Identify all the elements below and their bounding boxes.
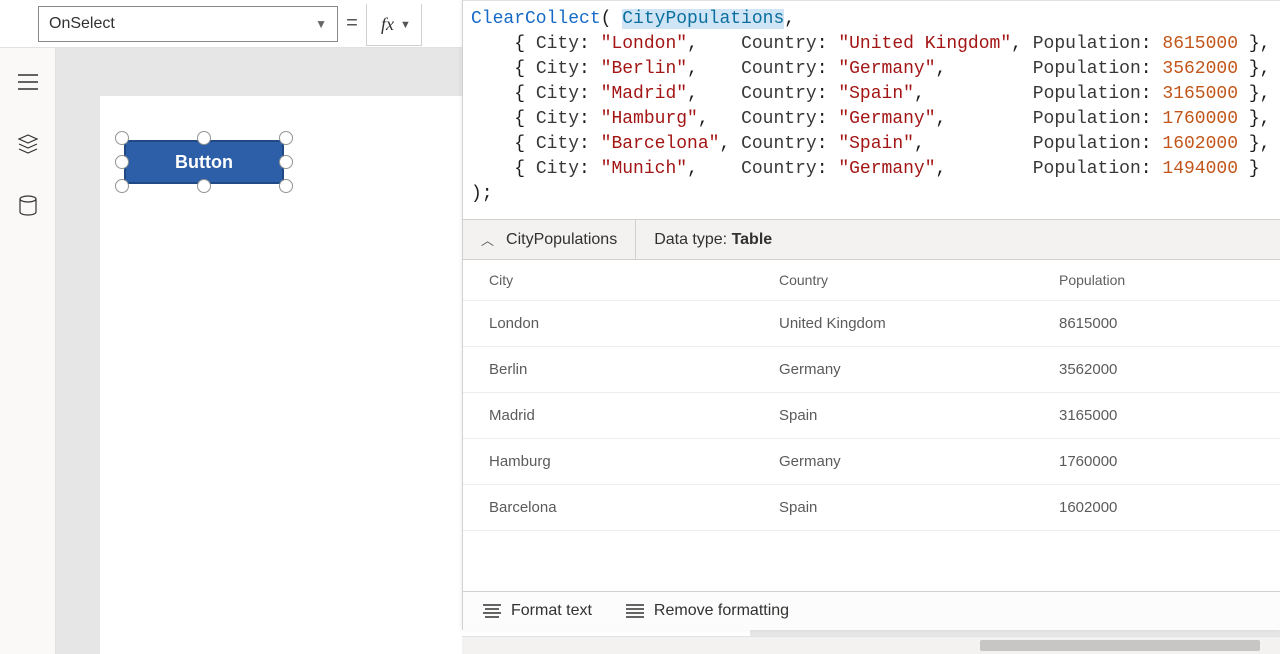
table-row[interactable]: HamburgGermany1760000 xyxy=(463,439,1280,485)
property-selector-wrap: OnSelect ▼ xyxy=(0,0,338,42)
table-row[interactable]: BarcelonaSpain1602000 xyxy=(463,485,1280,531)
table-cell: Berlin xyxy=(489,361,779,378)
table-cell: 8615000 xyxy=(1059,315,1268,332)
table-cell: Spain xyxy=(779,407,1059,424)
table-row[interactable]: LondonUnited Kingdom8615000 xyxy=(463,301,1280,347)
table-cell: 1602000 xyxy=(1059,499,1268,516)
table-cell: London xyxy=(489,315,779,332)
canvas-button-control[interactable]: Button xyxy=(124,140,284,184)
chevron-down-icon: ▼ xyxy=(315,17,327,31)
remove-formatting-icon xyxy=(626,604,644,618)
formula-footer-bar: Format text Remove formatting xyxy=(463,591,1280,630)
table-row[interactable]: BerlinGermany3562000 xyxy=(463,347,1280,393)
data-type-label: Data type: xyxy=(654,231,731,248)
result-datatype-segment: Data type: Table xyxy=(636,220,790,259)
formula-panel: ClearCollect( CityPopulations, { City: "… xyxy=(462,0,1280,630)
table-header-row: City Country Population xyxy=(463,260,1280,301)
table-cell: 3562000 xyxy=(1059,361,1268,378)
formula-editor[interactable]: ClearCollect( CityPopulations, { City: "… xyxy=(463,0,1280,219)
table-cell: Barcelona xyxy=(489,499,779,516)
property-selector-value: OnSelect xyxy=(49,15,115,33)
data-type-value: Table xyxy=(732,231,773,248)
chevron-up-icon: ︿ xyxy=(481,230,494,249)
table-cell: 3165000 xyxy=(1059,407,1268,424)
data-preview-table: City Country Population LondonUnited Kin… xyxy=(463,260,1280,591)
button-label: Button xyxy=(175,152,233,173)
resize-handle-middle-right[interactable] xyxy=(279,155,293,169)
format-text-icon xyxy=(483,604,501,618)
equals-sign: = xyxy=(338,0,366,35)
table-header-cell[interactable]: City xyxy=(489,272,779,288)
result-collection-segment[interactable]: ︿ CityPopulations xyxy=(463,220,636,259)
resize-handle-bottom-right[interactable] xyxy=(279,179,293,193)
table-cell: Germany xyxy=(779,453,1059,470)
hamburger-icon[interactable] xyxy=(16,70,40,94)
resize-handle-top-center[interactable] xyxy=(197,131,211,145)
result-collection-name: CityPopulations xyxy=(506,231,617,249)
format-text-button[interactable]: Format text xyxy=(483,602,592,620)
left-rail xyxy=(0,48,56,654)
remove-formatting-label: Remove formatting xyxy=(654,602,789,620)
fx-label: fx xyxy=(381,14,394,35)
property-selector[interactable]: OnSelect ▼ xyxy=(38,6,338,42)
resize-handle-bottom-left[interactable] xyxy=(115,179,129,193)
table-row[interactable]: MadridSpain3165000 xyxy=(463,393,1280,439)
chevron-down-icon: ▼ xyxy=(400,19,411,31)
resize-handle-top-right[interactable] xyxy=(279,131,293,145)
scrollbar-thumb[interactable] xyxy=(980,640,1260,651)
database-icon[interactable] xyxy=(16,194,40,218)
table-cell: 1760000 xyxy=(1059,453,1268,470)
table-cell: Spain xyxy=(779,499,1059,516)
selected-control-bounding[interactable]: Button xyxy=(124,140,284,184)
remove-formatting-button[interactable]: Remove formatting xyxy=(626,602,789,620)
table-cell: United Kingdom xyxy=(779,315,1059,332)
layers-icon[interactable] xyxy=(16,132,40,156)
table-header-cell[interactable]: Population xyxy=(1059,272,1268,288)
fx-dropdown[interactable]: fx ▼ xyxy=(366,4,422,46)
table-cell: Germany xyxy=(779,361,1059,378)
horizontal-scrollbar[interactable] xyxy=(462,636,1280,654)
table-header-cell[interactable]: Country xyxy=(779,272,1059,288)
resize-handle-top-left[interactable] xyxy=(115,131,129,145)
table-cell: Hamburg xyxy=(489,453,779,470)
resize-handle-middle-left[interactable] xyxy=(115,155,129,169)
result-bar: ︿ CityPopulations Data type: Table xyxy=(463,219,1280,260)
resize-handle-bottom-center[interactable] xyxy=(197,179,211,193)
format-text-label: Format text xyxy=(511,602,592,620)
table-cell: Madrid xyxy=(489,407,779,424)
